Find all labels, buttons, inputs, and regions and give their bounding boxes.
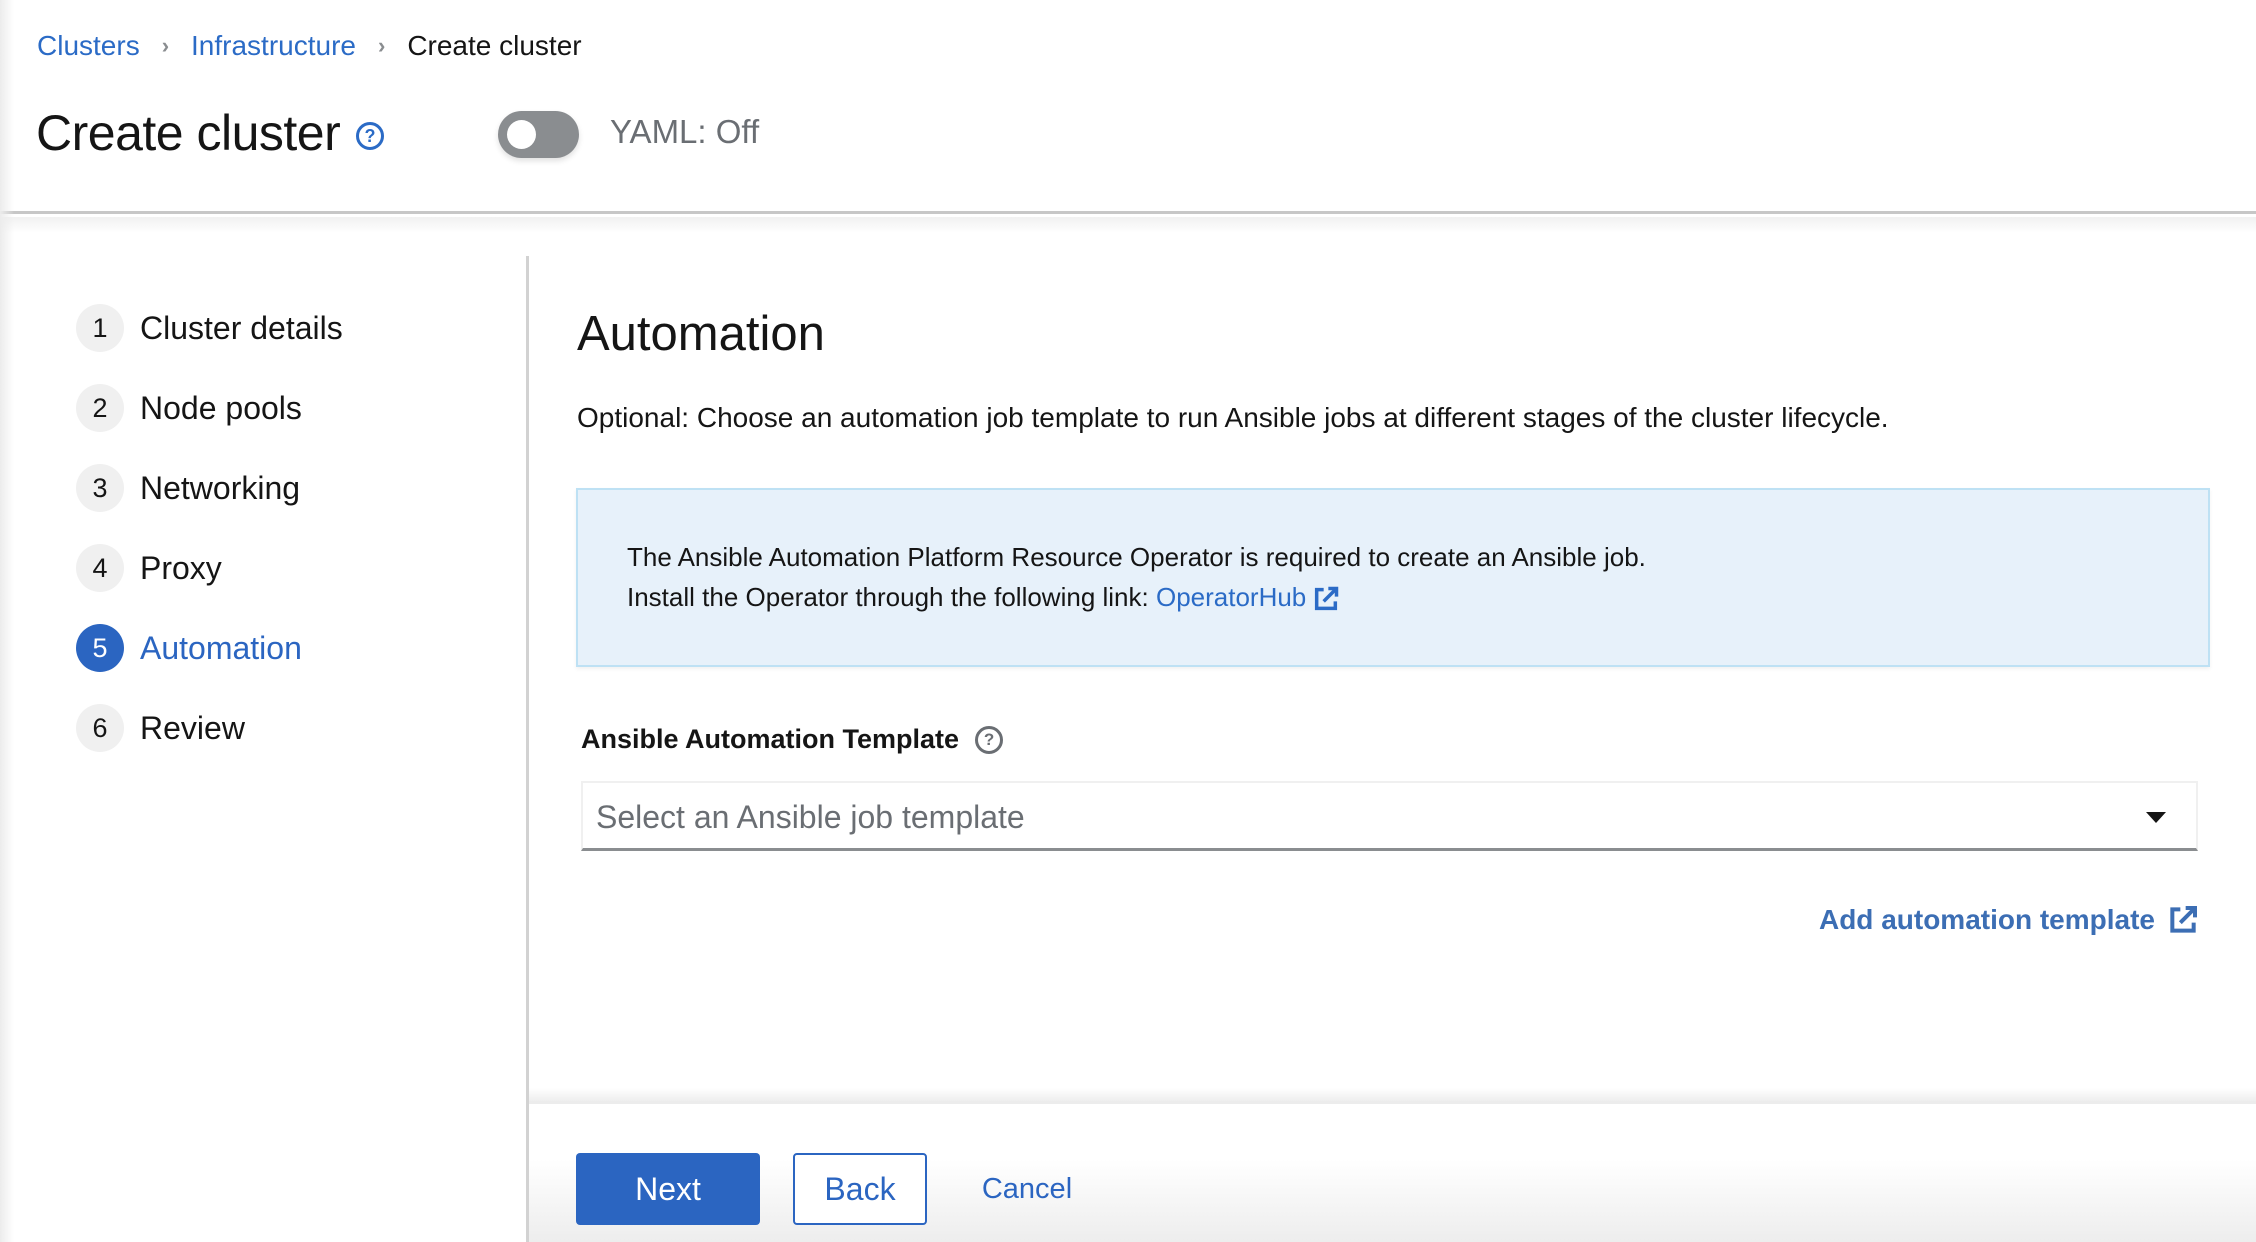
step-label: Networking bbox=[140, 469, 301, 506]
step-number: 1 bbox=[76, 304, 124, 352]
operatorhub-link[interactable]: OperatorHub bbox=[1156, 582, 1340, 612]
breadcrumb-infrastructure[interactable]: Infrastructure bbox=[191, 30, 356, 62]
alert-install-line: Install the Operator through the followi… bbox=[627, 582, 1340, 613]
wizard-step-automation[interactable]: 5 Automation bbox=[76, 624, 343, 672]
alert-text: The Ansible Automation Platform Resource… bbox=[627, 542, 1646, 572]
template-field-label: Ansible Automation Template ? bbox=[581, 724, 1004, 755]
wizard-step-review[interactable]: 6 Review bbox=[76, 704, 343, 752]
wizard-footer: Next Back Cancel bbox=[529, 1101, 2256, 1242]
page-title: Create cluster bbox=[36, 105, 341, 161]
ansible-template-select[interactable]: Select an Ansible job template bbox=[581, 781, 2198, 851]
step-number: 5 bbox=[76, 624, 124, 672]
step-number: 2 bbox=[76, 384, 124, 432]
yaml-toggle[interactable] bbox=[498, 111, 579, 158]
toggle-knob bbox=[507, 120, 536, 149]
step-label: Automation bbox=[140, 629, 302, 666]
step-label: Cluster details bbox=[140, 309, 343, 346]
header-shadow bbox=[0, 217, 2256, 233]
question-circle-icon[interactable]: ? bbox=[975, 725, 1004, 754]
select-placeholder: Select an Ansible job template bbox=[596, 799, 1025, 835]
section-title: Automation bbox=[577, 307, 825, 361]
add-automation-template-link[interactable]: Add automation template bbox=[1819, 904, 2199, 936]
wizard-step-cluster-details[interactable]: 1 Cluster details bbox=[76, 304, 343, 352]
wizard-step-node-pools[interactable]: 2 Node pools bbox=[76, 384, 343, 432]
breadcrumb-clusters[interactable]: Clusters bbox=[37, 30, 140, 62]
external-link-icon bbox=[2170, 906, 2197, 933]
wizard-nav: 1 Cluster details 2 Node pools 3 Network… bbox=[76, 304, 343, 784]
breadcrumb: Clusters › Infrastructure › Create clust… bbox=[37, 30, 582, 62]
info-alert: The Ansible Automation Platform Resource… bbox=[576, 488, 2210, 667]
wizard-step-proxy[interactable]: 4 Proxy bbox=[76, 544, 343, 592]
step-label: Node pools bbox=[140, 389, 302, 426]
footer-shadow bbox=[529, 1088, 2256, 1101]
operatorhub-link-label: OperatorHub bbox=[1155, 582, 1307, 612]
add-template-label: Add automation template bbox=[1818, 904, 2155, 935]
page-header: Clusters › Infrastructure › Create clust… bbox=[0, 0, 2256, 214]
step-number: 3 bbox=[76, 464, 124, 512]
step-label: Proxy bbox=[140, 549, 222, 586]
next-button[interactable]: Next bbox=[576, 1153, 760, 1225]
cancel-button[interactable]: Cancel bbox=[967, 1153, 1087, 1225]
section-description: Optional: Choose an automation job templ… bbox=[577, 402, 1889, 433]
breadcrumb-current: Create cluster bbox=[407, 30, 582, 61]
question-circle-icon[interactable]: ? bbox=[356, 122, 384, 150]
step-number: 4 bbox=[76, 544, 124, 592]
alert-install-text: Install the Operator through the followi… bbox=[627, 582, 1156, 612]
chevron-right-icon: › bbox=[377, 33, 386, 58]
back-button[interactable]: Back bbox=[793, 1153, 927, 1225]
caret-down-icon bbox=[2146, 812, 2166, 823]
yaml-toggle-label: YAML: Off bbox=[610, 113, 760, 150]
template-label-text: Ansible Automation Template bbox=[581, 724, 960, 754]
step-label: Review bbox=[140, 709, 245, 746]
external-link-icon bbox=[1315, 586, 1339, 611]
wizard-step-networking[interactable]: 3 Networking bbox=[76, 464, 343, 512]
chevron-right-icon: › bbox=[161, 33, 170, 58]
step-number: 6 bbox=[76, 704, 124, 752]
